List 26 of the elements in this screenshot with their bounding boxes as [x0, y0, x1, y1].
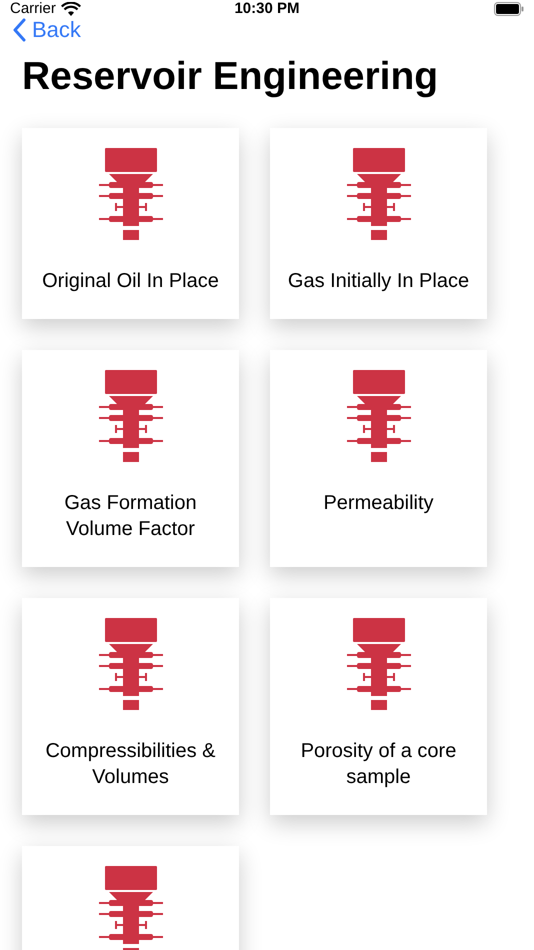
topic-card[interactable]: Permeability	[270, 350, 487, 567]
wellhead-icon	[98, 866, 162, 950]
topic-card[interactable]: Porosity of a core sample	[270, 598, 487, 815]
battery-icon	[494, 2, 524, 16]
card-label: Gas Formation Volume Factor	[63, 491, 198, 542]
wellhead-icon	[98, 148, 162, 240]
topic-card[interactable]: Gas Initially In Place	[270, 128, 487, 319]
clock-time: 10:30 PM	[234, 0, 300, 17]
topic-card[interactable]: Compressibilities & Volumes	[22, 598, 239, 815]
back-button[interactable]: Back	[12, 17, 81, 43]
card-label: Compressibilities & Volumes	[44, 739, 217, 790]
topic-card[interactable]: Gas Formation Volume Factor	[22, 350, 239, 567]
card-label: Original Oil In Place	[42, 269, 219, 294]
page-title: Reservoir Engineering	[21, 54, 440, 100]
card-label: Porosity of a core sample	[300, 739, 458, 790]
wellhead-icon	[98, 618, 162, 710]
card-label: Gas Initially In Place	[288, 269, 470, 294]
wellhead-icon	[346, 148, 410, 240]
carrier-name: Carrier	[10, 0, 56, 17]
card-label: Permeability	[323, 491, 434, 516]
wellhead-icon	[346, 618, 410, 710]
wifi-icon	[60, 2, 81, 16]
wellhead-icon	[346, 370, 410, 462]
wellhead-icon	[98, 370, 162, 462]
topic-card[interactable]: Original Oil In Place	[22, 128, 239, 319]
chevron-left-icon	[12, 18, 26, 42]
